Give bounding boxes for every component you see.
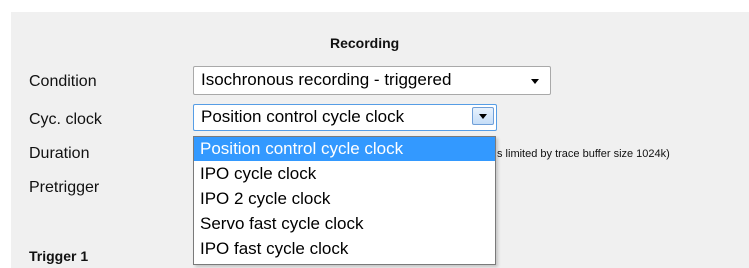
cyc-clock-dropdown-list: Position control cycle clock IPO cycle c… <box>193 136 496 265</box>
cyc-clock-option[interactable]: IPO cycle clock <box>194 162 495 186</box>
pretrigger-label: Pretrigger <box>29 179 100 196</box>
cyc-clock-option[interactable]: Servo fast cycle clock <box>194 212 495 236</box>
duration-note: s limited by trace buffer size 1024k) <box>497 148 670 160</box>
cyc-clock-value: Position control cycle clock <box>201 107 405 126</box>
duration-label: Duration <box>29 145 90 162</box>
cyc-clock-option[interactable]: IPO 2 cycle clock <box>194 187 495 211</box>
cyc-clock-label: Cyc. clock <box>29 111 102 128</box>
condition-label: Condition <box>29 73 97 90</box>
condition-value: Isochronous recording - triggered <box>201 70 452 89</box>
cyc-clock-option[interactable]: IPO fast cycle clock <box>194 237 495 261</box>
recording-title: Recording <box>330 35 400 51</box>
dropdown-button[interactable] <box>472 107 494 125</box>
cyc-clock-option[interactable]: Position control cycle clock <box>194 137 495 161</box>
chevron-down-icon <box>479 114 487 119</box>
condition-select[interactable]: Isochronous recording - triggered <box>193 66 551 95</box>
cyc-clock-select[interactable]: Position control cycle clock <box>193 104 497 131</box>
chevron-down-icon <box>531 79 539 84</box>
trigger-1-title: Trigger 1 <box>29 248 89 264</box>
